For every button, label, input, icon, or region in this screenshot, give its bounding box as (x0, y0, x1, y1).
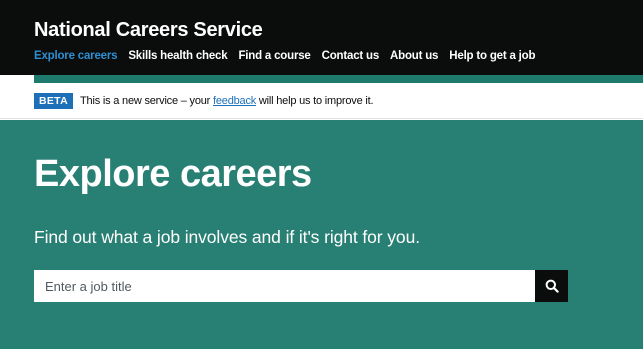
nav-find-a-course[interactable]: Find a course (238, 50, 310, 62)
nav-help-to-get-a-job[interactable]: Help to get a job (449, 50, 535, 62)
hero-section: Explore careers Find out what a job invo… (0, 120, 643, 349)
site-header: National Careers Service Explore careers… (0, 0, 643, 75)
brand-logo-text[interactable]: National Careers Service (34, 19, 263, 42)
page-title: Explore careers (34, 153, 312, 195)
phase-banner: BETA This is a new service – your feedba… (0, 83, 643, 119)
job-title-search-input[interactable] (34, 270, 535, 302)
nav-contact-us[interactable]: Contact us (322, 50, 380, 62)
header-accent-bar (34, 75, 643, 83)
phase-banner-text: This is a new service – your feedback wi… (80, 94, 374, 107)
nav-about-us[interactable]: About us (390, 50, 438, 62)
search-icon (545, 279, 559, 293)
page-subtitle: Find out what a job involves and if it's… (34, 227, 420, 247)
main-nav: Explore careers Skills health check Find… (34, 50, 536, 62)
banner-text-after: will help us to improve it. (256, 94, 374, 107)
page: National Careers Service Explore careers… (0, 0, 643, 349)
search-button[interactable] (535, 270, 568, 302)
nav-explore-careers[interactable]: Explore careers (34, 50, 118, 62)
nav-skills-health-check[interactable]: Skills health check (128, 50, 227, 62)
beta-tag: BETA (34, 92, 74, 109)
feedback-link[interactable]: feedback (213, 95, 256, 107)
banner-text-before: This is a new service – your (80, 94, 213, 107)
